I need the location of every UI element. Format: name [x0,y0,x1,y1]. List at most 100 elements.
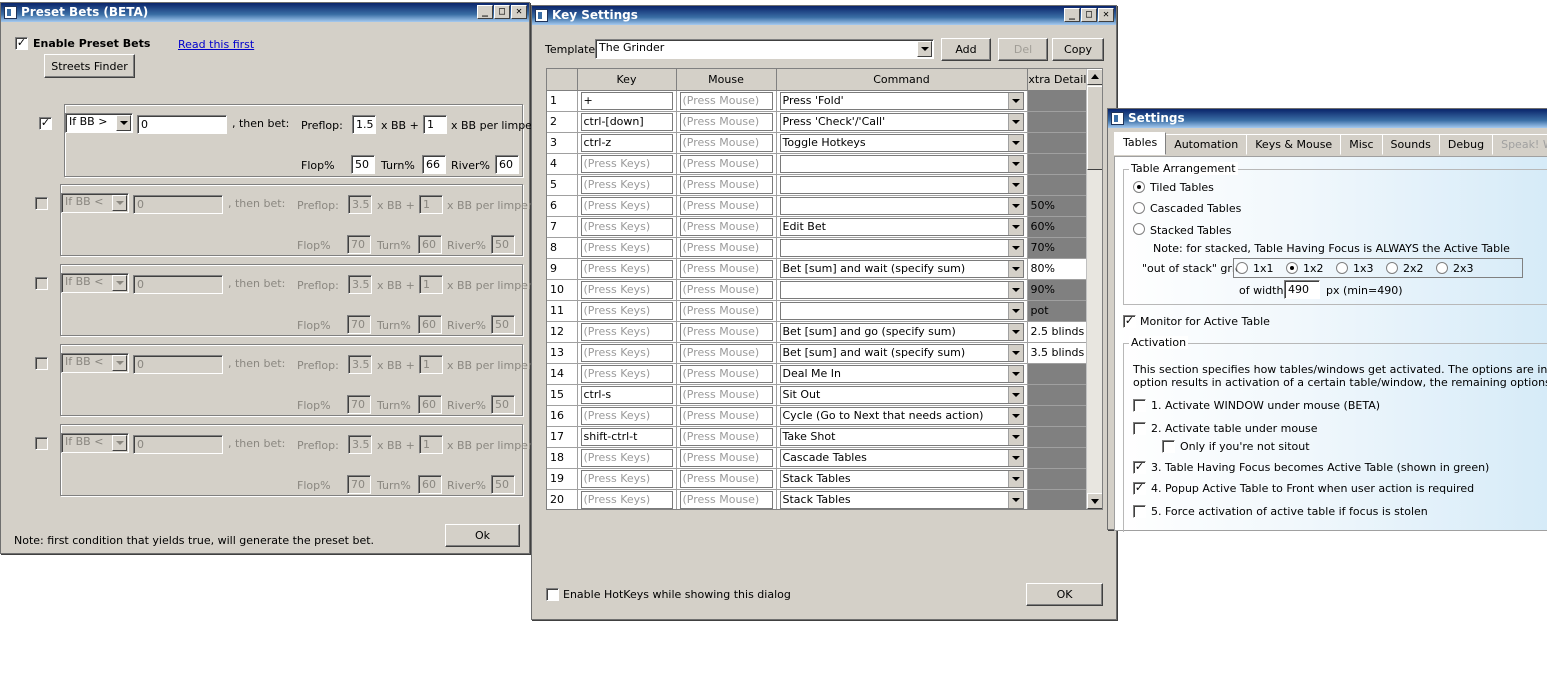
mouse-cell[interactable]: (Press Mouse) [676,321,777,343]
enable-preset-bets-checkbox[interactable]: ✓ [15,37,28,50]
key-cell[interactable]: (Press Keys) [577,405,677,427]
key-value[interactable]: ctrl-[down] [580,112,673,131]
grid-option-radio[interactable] [1436,262,1448,274]
chevron-down-icon[interactable] [1007,239,1023,256]
grid-option-radio[interactable] [1286,262,1298,274]
command-cell[interactable]: Bet [sum] and wait (specify sum) [776,342,1028,364]
mouse-value[interactable]: (Press Mouse) [679,259,773,278]
column-header-mouse[interactable]: Mouse [676,69,777,91]
preset-rule-condition-select[interactable]: If BB > [65,113,133,133]
preset-rule-checkbox[interactable] [35,437,48,450]
chevron-down-icon[interactable] [1007,260,1023,277]
mouse-value[interactable]: (Press Mouse) [679,238,773,257]
key-cell[interactable]: shift-ctrl-t [577,426,677,448]
key-cell[interactable]: (Press Keys) [577,279,677,301]
turn-input[interactable]: 66 [422,155,446,174]
preset-rule-value-input[interactable]: 0 [137,115,227,134]
close-icon[interactable]: ✕ [511,5,527,19]
command-select[interactable]: Stack Tables [779,469,1024,488]
mouse-value[interactable]: (Press Mouse) [679,406,773,425]
chevron-down-icon[interactable] [1007,113,1023,130]
key-cell[interactable]: (Press Keys) [577,342,677,364]
xtra-detail-cell[interactable]: pot [1027,300,1089,322]
xtra-detail-cell[interactable]: 80% [1027,258,1089,280]
command-cell[interactable]: Sit Out [776,384,1028,406]
mouse-value[interactable]: (Press Mouse) [679,175,773,194]
mouse-cell[interactable]: (Press Mouse) [676,279,777,301]
mouse-value[interactable]: (Press Mouse) [679,490,773,509]
xtra-detail-cell[interactable] [1027,426,1089,448]
xtra-detail-cell[interactable] [1027,363,1089,385]
chevron-down-icon[interactable] [1007,491,1023,508]
grid-option-radio[interactable] [1336,262,1348,274]
command-cell[interactable] [776,153,1028,175]
mouse-value[interactable]: (Press Mouse) [679,217,773,236]
mouse-cell[interactable]: (Press Mouse) [676,90,777,112]
mouse-cell[interactable]: (Press Mouse) [676,237,777,259]
command-select[interactable]: Cascade Tables [779,448,1024,467]
column-header-key[interactable]: Key [577,69,677,91]
xtra-detail-cell[interactable]: 3.5 blinds [1027,342,1089,364]
chevron-down-icon[interactable] [1007,449,1023,466]
xtra-detail-cell[interactable] [1027,111,1089,133]
mouse-cell[interactable]: (Press Mouse) [676,426,777,448]
key-value[interactable]: (Press Keys) [580,238,673,257]
key-cell[interactable]: + [577,90,677,112]
key-cell[interactable]: ctrl-s [577,384,677,406]
limper-input[interactable]: 1 [423,115,447,134]
chevron-down-icon[interactable] [1007,218,1023,235]
maximize-icon[interactable]: □ [1081,8,1097,22]
key-value[interactable]: (Press Keys) [580,343,673,362]
mouse-value[interactable]: (Press Mouse) [679,385,773,404]
key-cell[interactable]: (Press Keys) [577,489,677,509]
mouse-value[interactable]: (Press Mouse) [679,112,773,131]
command-cell[interactable] [776,300,1028,322]
command-cell[interactable]: Stack Tables [776,489,1028,509]
command-select[interactable] [779,196,1024,215]
read-this-first-link[interactable]: Read this first [178,38,254,51]
key-value[interactable]: shift-ctrl-t [580,427,673,446]
opt1-checkbox[interactable] [1133,399,1146,412]
xtra-detail-cell[interactable] [1027,489,1089,509]
minimize-icon[interactable]: _ [1064,8,1080,22]
command-select[interactable]: Edit Bet [779,217,1024,236]
key-cell[interactable]: (Press Keys) [577,237,677,259]
streets-finder-button[interactable]: Streets Finder [44,54,135,78]
command-cell[interactable] [776,279,1028,301]
cascaded-tables-radio[interactable] [1133,202,1145,214]
command-select[interactable]: Press 'Check'/'Call' [779,112,1024,131]
key-value[interactable]: (Press Keys) [580,217,673,236]
mouse-cell[interactable]: (Press Mouse) [676,111,777,133]
key-value[interactable]: (Press Keys) [580,280,673,299]
width-input[interactable]: 490 [1284,280,1320,299]
tab-misc[interactable]: Misc [1340,134,1383,155]
key-cell[interactable]: (Press Keys) [577,258,677,280]
xtra-detail-cell[interactable] [1027,447,1089,469]
key-cell[interactable]: (Press Keys) [577,300,677,322]
grid-option-radio[interactable] [1236,262,1248,274]
command-select[interactable] [779,301,1024,320]
key-settings-ok-button[interactable]: OK [1026,583,1103,606]
mouse-value[interactable]: (Press Mouse) [679,301,773,320]
chevron-down-icon[interactable] [1007,323,1023,340]
mouse-value[interactable]: (Press Mouse) [679,469,773,488]
command-cell[interactable]: Press 'Fold' [776,90,1028,112]
scroll-up-icon[interactable] [1087,69,1102,85]
tab-speak[interactable]: Speak! W [1492,134,1547,155]
key-cell[interactable]: (Press Keys) [577,363,677,385]
chevron-down-icon[interactable] [917,41,932,57]
mouse-cell[interactable]: (Press Mouse) [676,342,777,364]
mouse-cell[interactable]: (Press Mouse) [676,300,777,322]
key-cell[interactable]: (Press Keys) [577,153,677,175]
tab-debug[interactable]: Debug [1438,134,1494,155]
maximize-icon[interactable]: □ [494,5,510,19]
preset-bets-titlebar[interactable]: Preset Bets (BETA) _ □ ✕ [1,3,529,22]
mouse-value[interactable]: (Press Mouse) [679,280,773,299]
key-cell[interactable]: (Press Keys) [577,195,677,217]
mouse-value[interactable]: (Press Mouse) [679,343,773,362]
key-cell[interactable]: ctrl-[down] [577,111,677,133]
monitor-active-table-checkbox[interactable]: ✓ [1123,315,1136,328]
mouse-cell[interactable]: (Press Mouse) [676,195,777,217]
chevron-down-icon[interactable] [1007,155,1023,172]
key-value[interactable]: (Press Keys) [580,469,673,488]
